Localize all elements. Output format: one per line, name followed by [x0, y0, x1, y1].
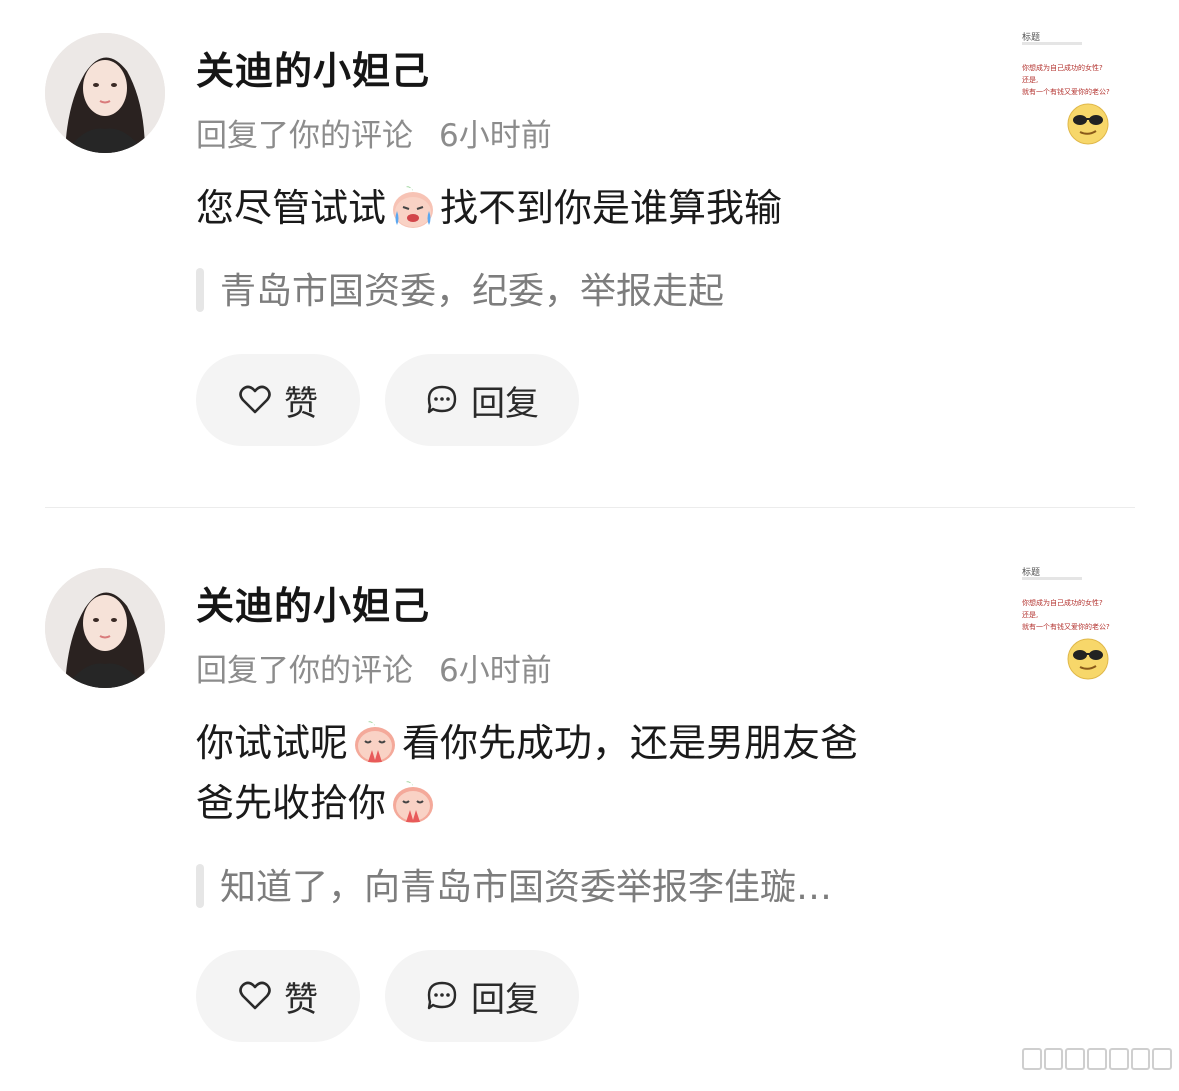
sunglasses-face-icon — [1067, 103, 1109, 145]
avatar[interactable] — [45, 33, 165, 153]
like-label: 赞 — [284, 383, 318, 424]
sunglasses-face-icon — [1067, 638, 1109, 680]
comment-bubble-icon — [427, 981, 457, 1010]
avatar[interactable] — [45, 568, 165, 688]
like-button[interactable]: 赞 — [196, 950, 360, 1042]
praying-peach-emoji — [393, 781, 434, 823]
like-label: 赞 — [284, 979, 318, 1020]
reply-text: 看你先成功，还是男朋友爸 — [402, 721, 859, 765]
reply-label: 回复 — [471, 979, 539, 1020]
like-button[interactable]: 赞 — [196, 354, 360, 446]
crying-peach-emoji — [393, 186, 434, 228]
notification-meta: 回复了你的评论 6小时前 — [196, 110, 552, 155]
action-text: 回复了你的评论 — [196, 653, 413, 689]
reply-text: 找不到你是谁算我输 — [440, 186, 783, 230]
thumbnail-subline — [1022, 577, 1082, 580]
timestamp: 6小时前 — [439, 118, 552, 154]
reply-content: 你试试呢 看你先成功，还是男朋友爸 爸先收拾你 — [196, 713, 956, 833]
notification-meta: 回复了你的评论 6小时前 — [196, 645, 552, 690]
reply-button[interactable]: 回复 — [385, 354, 579, 446]
username[interactable]: 关迪的小妲己 — [196, 575, 430, 630]
quoted-comment[interactable]: 青岛市国资委，纪委，举报走起 — [196, 262, 724, 314]
thumbnail-text: 你想成为自己成功的女性? 还是, 就有一个有钱又爱你的老公? — [1022, 64, 1110, 96]
reply-text: 爸先收拾你 — [196, 781, 387, 825]
divider — [45, 507, 1135, 508]
praying-peach-emoji — [355, 721, 396, 763]
reply-button[interactable]: 回复 — [385, 950, 579, 1042]
heart-icon — [239, 981, 271, 1010]
heart-icon — [239, 385, 271, 414]
quoted-comment[interactable]: 知道了，向青岛市国资委举报李佳璇… — [196, 858, 832, 910]
post-thumbnail[interactable]: 标题 你想成为自己成功的女性? 还是, 就有一个有钱又爱你的老公? — [1014, 28, 1120, 146]
thumbnail-text: 你想成为自己成功的女性? 还是, 就有一个有钱又爱你的老公? — [1022, 599, 1110, 631]
watermark — [1022, 1048, 1173, 1070]
action-text: 回复了你的评论 — [196, 118, 413, 154]
reply-content: 您尽管试试 找不到你是谁算我输 — [196, 178, 956, 238]
thumbnail-subline — [1022, 42, 1082, 45]
reply-label: 回复 — [471, 383, 539, 424]
timestamp: 6小时前 — [439, 653, 552, 689]
comment-bubble-icon — [427, 385, 457, 414]
reply-text: 您尽管试试 — [196, 186, 387, 230]
username[interactable]: 关迪的小妲己 — [196, 40, 430, 95]
post-thumbnail[interactable]: 标题 你想成为自己成功的女性? 还是, 就有一个有钱又爱你的老公? — [1014, 563, 1120, 681]
reply-text: 你试试呢 — [196, 721, 349, 765]
